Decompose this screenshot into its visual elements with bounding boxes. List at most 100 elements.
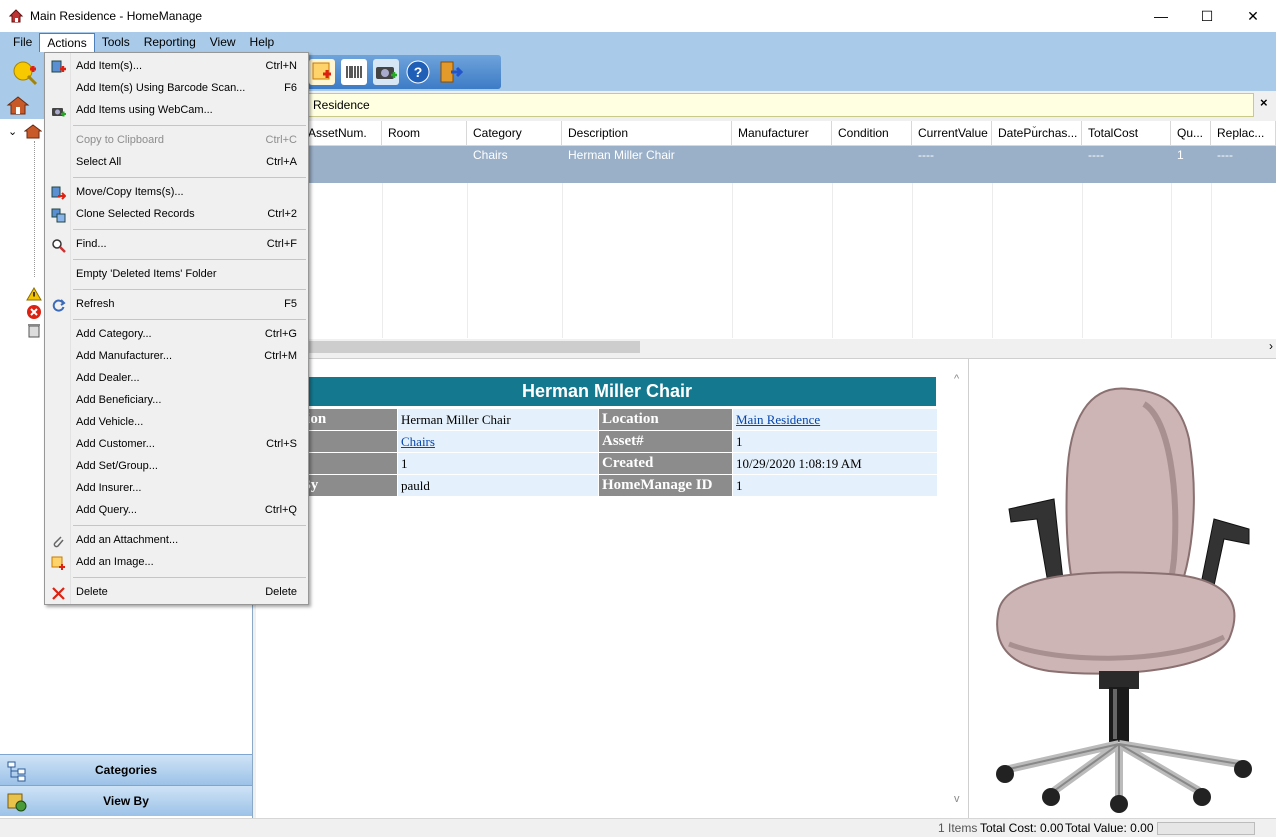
detail-value: 10/29/2020 1:08:19 AM (733, 453, 937, 474)
scroll-up-arrow[interactable]: ^ (954, 373, 959, 385)
tree-expand-icon[interactable]: ⌄ (8, 125, 17, 138)
menu-item-move-copy[interactable]: Move/Copy Items(s)... (47, 182, 306, 204)
menu-item-add-manufacturer[interactable]: Add Manufacturer... Ctrl+M (47, 346, 306, 368)
menu-item-empty-deleted[interactable]: Empty 'Deleted Items' Folder (47, 264, 306, 286)
col-header-room[interactable]: Room (382, 121, 467, 146)
menu-separator (73, 289, 306, 290)
col-header-manufacturer[interactable]: Manufacturer (732, 121, 832, 146)
detail-value: Herman Miller Chair (398, 409, 598, 430)
trash-icon (26, 322, 42, 338)
detail-label: Location (599, 409, 732, 430)
grid-line (562, 183, 563, 338)
detail-vertical-scrollbar[interactable]: ^ v (951, 359, 968, 819)
viewby-nav-button[interactable]: View By (0, 785, 252, 816)
menu-actions[interactable]: Actions (39, 33, 95, 52)
col-header-qty[interactable]: Qu... (1171, 121, 1211, 146)
add-image-toolbar-icon[interactable] (309, 59, 335, 85)
location-close-button[interactable]: × (1260, 95, 1268, 110)
menu-item-label: Add Query... (76, 504, 137, 516)
menu-item-shortcut: Ctrl+N (265, 60, 297, 72)
menu-item-shortcut: Ctrl+C (265, 134, 297, 146)
actions-dropdown-menu: Add Item(s)... Ctrl+N Add Item(s) Using … (44, 52, 309, 605)
svg-text:?: ? (414, 64, 423, 80)
menu-item-add-barcode[interactable]: Add Item(s) Using Barcode Scan... F6 (47, 78, 306, 100)
menu-item-add-image[interactable]: Add an Image... (47, 552, 306, 574)
menu-item-add-items[interactable]: Add Item(s)... Ctrl+N (47, 56, 306, 78)
category-link[interactable]: Chairs (401, 434, 435, 449)
location-bar: Residence (256, 93, 1254, 117)
menu-item-label: Add Manufacturer... (76, 350, 172, 362)
menu-item-add-vehicle[interactable]: Add Vehicle... (47, 412, 306, 434)
categories-nav-label: Categories (94, 763, 158, 777)
help-icon[interactable]: ? (405, 59, 431, 85)
tree-line (34, 141, 35, 277)
menu-item-clone[interactable]: Clone Selected Records Ctrl+2 (47, 204, 306, 226)
add-item-toolbar-icon[interactable] (11, 59, 38, 86)
maximize-button[interactable]: ☐ (1184, 0, 1230, 32)
barcode-icon[interactable] (341, 59, 367, 85)
menu-item-shortcut: F5 (284, 298, 297, 310)
col-header-replace[interactable]: Replac... (1211, 121, 1276, 146)
menu-item-delete[interactable]: Delete Delete (47, 582, 306, 604)
scroll-right-arrow[interactable]: › (1269, 339, 1273, 353)
error-icon (26, 304, 42, 320)
menu-tools[interactable]: Tools (95, 33, 137, 52)
location-link[interactable]: Main Residence (736, 412, 820, 427)
menu-separator (73, 577, 306, 578)
col-header-assetnum[interactable]: AssetNum. (302, 121, 382, 146)
menu-help[interactable]: Help (243, 33, 282, 52)
webcam-toolbar-icon[interactable] (373, 59, 399, 85)
detail-row: ription Herman Miller Chair Location Mai… (279, 409, 937, 430)
add-item-icon (51, 60, 66, 75)
move-icon (51, 186, 67, 201)
menu-item-label: Add Item(s)... (76, 60, 143, 72)
menu-item-add-query[interactable]: Add Query... Ctrl+Q (47, 500, 306, 522)
menu-item-select-all[interactable]: Select All Ctrl+A (47, 152, 306, 174)
menu-item-add-set-group[interactable]: Add Set/Group... (47, 456, 306, 478)
categories-nav-button[interactable]: Categories (0, 754, 252, 785)
menu-item-label: Delete (76, 586, 108, 598)
menu-item-label: Add Dealer... (76, 372, 140, 384)
scrollbar-thumb[interactable] (256, 341, 640, 353)
menu-item-add-category[interactable]: Add Category... Ctrl+G (47, 324, 306, 346)
menu-item-shortcut: Ctrl+Q (264, 504, 297, 516)
menu-bar: File Actions Tools Reporting View Help (0, 32, 1276, 53)
scroll-down-arrow[interactable]: v (954, 793, 960, 805)
menu-file[interactable]: File (6, 33, 39, 52)
warning-icon (26, 287, 42, 301)
menu-item-add-insurer[interactable]: Add Insurer... (47, 478, 306, 500)
menu-item-add-dealer[interactable]: Add Dealer... (47, 368, 306, 390)
col-header-totalcost[interactable]: TotalCost (1082, 121, 1171, 146)
menu-item-label: Add Items using WebCam... (76, 104, 213, 116)
close-window-button[interactable]: ✕ (1230, 0, 1276, 32)
cell-currentvalue: ---- (918, 148, 934, 162)
menu-item-label: Add Category... (76, 328, 152, 340)
menu-item-label: Add Item(s) Using Barcode Scan... (76, 82, 246, 94)
table-row[interactable] (256, 146, 1276, 183)
col-header-currentvalue[interactable]: CurrentValue (912, 121, 992, 146)
menu-item-add-attachment[interactable]: Add an Attachment... (47, 530, 306, 552)
menu-reporting[interactable]: Reporting (137, 33, 203, 52)
menu-item-label: Clone Selected Records (76, 208, 195, 220)
menu-item-add-beneficiary[interactable]: Add Beneficiary... (47, 390, 306, 412)
detail-label: HomeManage ID (599, 475, 732, 496)
menu-item-label: Refresh (76, 298, 115, 310)
col-header-category[interactable]: Category (467, 121, 562, 146)
menu-item-label: Empty 'Deleted Items' Folder (76, 268, 217, 280)
delete-icon (51, 586, 66, 601)
grid-horizontal-scrollbar[interactable]: › (256, 339, 1276, 355)
menu-item-add-webcam[interactable]: Add Items using WebCam... (47, 100, 306, 122)
menu-item-find[interactable]: Find... Ctrl+F (47, 234, 306, 256)
col-header-condition[interactable]: Condition (832, 121, 912, 146)
menu-view[interactable]: View (203, 33, 243, 52)
minimize-button[interactable]: — (1138, 0, 1184, 32)
menu-item-add-customer[interactable]: Add Customer... Ctrl+S (47, 434, 306, 456)
menu-item-shortcut: Ctrl+G (264, 328, 297, 340)
detail-pane: Herman Miller Chair ription Herman Mille… (256, 358, 968, 819)
menu-item-copy-clipboard[interactable]: Copy to Clipboard Ctrl+C (47, 130, 306, 152)
menu-item-refresh[interactable]: Refresh F5 (47, 294, 306, 316)
menu-separator (73, 125, 306, 126)
col-header-description[interactable]: Description (562, 121, 732, 146)
exit-icon[interactable] (437, 59, 464, 85)
toolbar-right: ? (305, 55, 501, 89)
